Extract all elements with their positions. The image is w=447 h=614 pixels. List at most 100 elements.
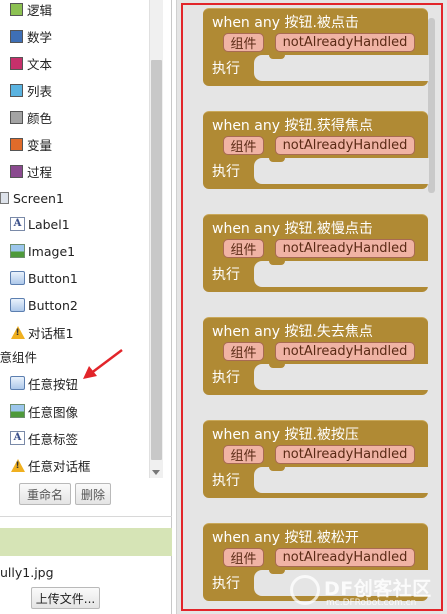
do-label: 执行 xyxy=(212,61,240,77)
do-label: 执行 xyxy=(212,267,240,283)
category-label: 逻辑 xyxy=(27,2,53,18)
panel-divider xyxy=(0,516,172,517)
label-icon: A xyxy=(10,431,25,445)
tree-any-components-header[interactable]: 任意组件 xyxy=(0,346,37,366)
watermark-url: mc.DFRobot.com.cn xyxy=(326,598,417,608)
color-swatch-icon xyxy=(10,110,23,124)
tree-scrollbar[interactable] xyxy=(149,0,163,478)
blocks-palette-panel: 逻辑 数学 文本 列表 颜色 变量 过程 Screen1 A Label1 Im… xyxy=(0,0,172,614)
category-label: 颜色 xyxy=(27,110,53,126)
list-swatch-icon xyxy=(10,83,23,97)
tree-any-image[interactable]: 任意图像 xyxy=(10,401,78,421)
category-colors[interactable]: 颜色 xyxy=(10,107,52,127)
tree-component-notifier1[interactable]: ! 对话框1 xyxy=(10,322,73,342)
event-block-long-click[interactable]: when any 按钮.被慢点击 组件 notAlreadyHandled 执行 xyxy=(203,214,429,292)
category-label: 变量 xyxy=(27,137,53,153)
category-label: 过程 xyxy=(27,164,53,180)
category-text[interactable]: 文本 xyxy=(10,53,52,73)
param-not-already-handled[interactable]: notAlreadyHandled xyxy=(275,33,415,52)
notifier-icon: ! xyxy=(10,458,25,472)
do-label: 执行 xyxy=(212,164,240,180)
label-icon: A xyxy=(10,217,25,231)
rename-button[interactable]: 重命名 xyxy=(19,483,71,505)
watermark-brand: DF创客社区 xyxy=(324,578,432,600)
blocks-tree: 逻辑 数学 文本 列表 颜色 变量 过程 Screen1 A Label1 Im… xyxy=(0,0,150,480)
component-label: Button2 xyxy=(28,297,78,313)
text-swatch-icon xyxy=(10,56,23,70)
screen-icon xyxy=(0,192,9,204)
any-component-label: 任意对话框 xyxy=(28,458,91,474)
category-procedures[interactable]: 过程 xyxy=(10,161,52,181)
category-variables[interactable]: 变量 xyxy=(10,134,52,154)
workspace-scrollbar[interactable] xyxy=(428,18,435,193)
category-label: 列表 xyxy=(27,83,53,99)
param-component[interactable]: 组件 xyxy=(223,136,264,155)
event-block-lost-focus[interactable]: when any 按钮.失去焦点 组件 notAlreadyHandled 执行 xyxy=(203,317,429,395)
scroll-down-arrow-icon[interactable] xyxy=(152,470,160,475)
param-component[interactable]: 组件 xyxy=(223,33,264,52)
param-not-already-handled[interactable]: notAlreadyHandled xyxy=(275,239,415,258)
do-label: 执行 xyxy=(212,576,240,592)
param-component[interactable]: 组件 xyxy=(223,239,264,258)
block-title: when any 按钮.获得焦点 xyxy=(212,118,373,134)
delete-button[interactable]: 删除 xyxy=(75,483,111,505)
slot-notch xyxy=(269,260,285,265)
button-icon xyxy=(10,298,25,312)
slot-notch xyxy=(269,54,285,59)
tree-any-notifier[interactable]: ! 任意对话框 xyxy=(10,455,91,475)
event-block-got-focus[interactable]: when any 按钮.获得焦点 组件 notAlreadyHandled 执行 xyxy=(203,111,429,189)
math-swatch-icon xyxy=(10,29,23,43)
any-section-label: 任意组件 xyxy=(0,349,38,365)
tree-component-label1[interactable]: A Label1 xyxy=(10,214,70,234)
param-component[interactable]: 组件 xyxy=(223,342,264,361)
blocks-workspace[interactable] xyxy=(176,0,447,614)
tree-component-button1[interactable]: Button1 xyxy=(10,268,78,288)
category-lists[interactable]: 列表 xyxy=(10,80,52,100)
block-title: when any 按钮.失去焦点 xyxy=(212,324,373,340)
any-component-label: 任意图像 xyxy=(28,404,79,420)
tree-screen1[interactable]: Screen1 xyxy=(0,188,64,208)
button-icon xyxy=(10,271,25,285)
tree-component-image1[interactable]: Image1 xyxy=(10,241,75,261)
slot-notch xyxy=(269,157,285,162)
component-label: Image1 xyxy=(28,243,76,259)
category-math[interactable]: 数学 xyxy=(10,26,52,46)
category-label: 文本 xyxy=(27,56,53,72)
do-label: 执行 xyxy=(212,473,240,489)
component-label: Label1 xyxy=(28,216,70,232)
block-title: when any 按钮.被慢点击 xyxy=(212,221,373,237)
screen-label: Screen1 xyxy=(13,190,64,206)
media-panel-header xyxy=(0,528,172,556)
event-block-click[interactable]: when any 按钮.被点击 组件 notAlreadyHandled 执行 xyxy=(203,8,429,86)
tree-scrollbar-thumb[interactable] xyxy=(151,60,162,460)
category-label: 数学 xyxy=(27,29,53,45)
media-file-item[interactable]: ully1.jpg xyxy=(0,565,54,580)
slot-notch xyxy=(269,466,285,471)
param-component[interactable]: 组件 xyxy=(223,445,264,464)
param-not-already-handled[interactable]: notAlreadyHandled xyxy=(275,342,415,361)
block-title: when any 按钮.被按压 xyxy=(212,427,359,443)
logic-swatch-icon xyxy=(10,2,23,16)
param-not-already-handled[interactable]: notAlreadyHandled xyxy=(275,136,415,155)
watermark-logo-icon xyxy=(290,575,320,605)
notifier-icon: ! xyxy=(10,325,25,339)
tree-any-button[interactable]: 任意按钮 xyxy=(4,372,85,394)
param-not-already-handled[interactable]: notAlreadyHandled xyxy=(275,548,415,567)
image-icon xyxy=(10,404,25,418)
procedure-swatch-icon xyxy=(10,164,23,178)
slot-notch xyxy=(269,569,285,574)
tree-component-button2[interactable]: Button2 xyxy=(10,295,78,315)
any-component-label: 任意标签 xyxy=(28,431,79,447)
event-block-touch-down[interactable]: when any 按钮.被按压 组件 notAlreadyHandled 执行 xyxy=(203,420,429,498)
param-component[interactable]: 组件 xyxy=(223,548,264,567)
category-logic[interactable]: 逻辑 xyxy=(10,0,52,19)
block-title: when any 按钮.被松开 xyxy=(212,530,359,546)
block-title: when any 按钮.被点击 xyxy=(212,15,359,31)
slot-notch xyxy=(269,363,285,368)
tree-any-label[interactable]: A 任意标签 xyxy=(10,428,78,448)
red-arrow-annotation-icon xyxy=(83,349,123,379)
component-label: 对话框1 xyxy=(28,325,74,341)
param-not-already-handled[interactable]: notAlreadyHandled xyxy=(275,445,415,464)
image-icon xyxy=(10,244,25,258)
upload-file-button[interactable]: 上传文件... xyxy=(31,587,100,609)
